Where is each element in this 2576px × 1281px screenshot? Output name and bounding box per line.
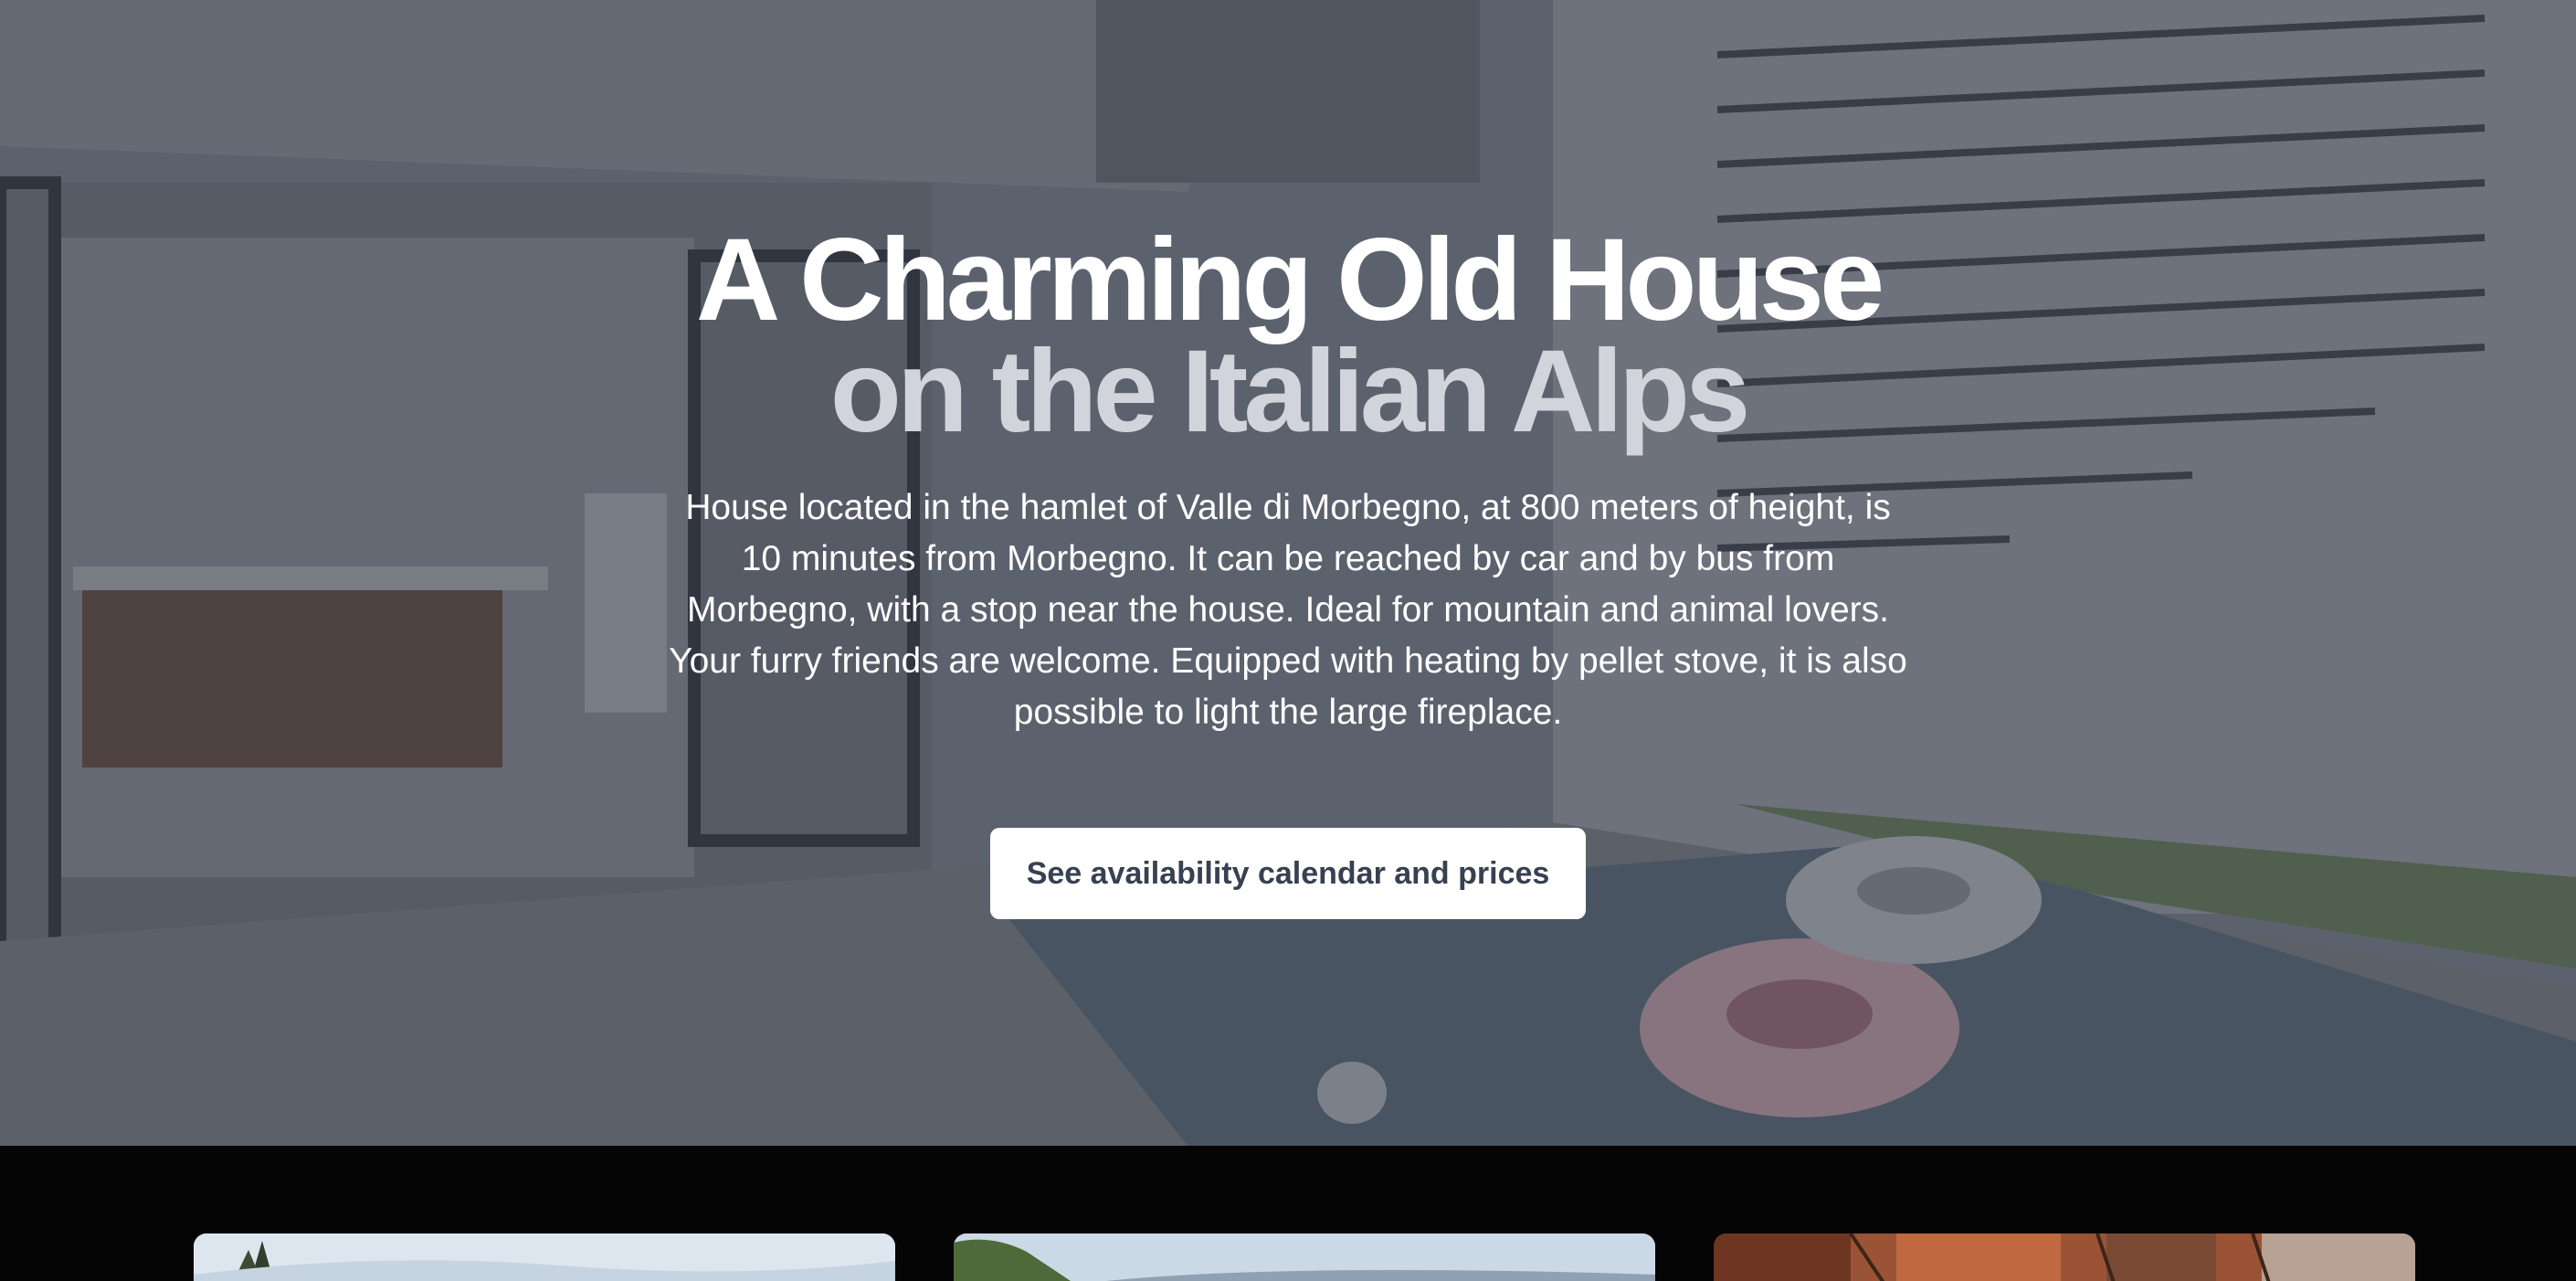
valley-hills-image bbox=[954, 1233, 1655, 1281]
gallery-card-3[interactable] bbox=[1714, 1233, 2415, 1281]
hero-title-line-2: on the Italian Alps bbox=[829, 326, 1751, 457]
gallery-section bbox=[0, 1146, 2576, 1281]
rustic-interior-image bbox=[1714, 1233, 2415, 1281]
hero-content: A Charming Old House on the Italian Alps… bbox=[0, 0, 2576, 1146]
hero-title: A Charming Old House on the Italian Alps bbox=[695, 215, 1884, 457]
hero-description: House located in the hamlet of Valle di … bbox=[669, 488, 1907, 732]
hero-section: A Charming Old House on the Italian Alps… bbox=[0, 0, 2576, 1146]
hero-title-line-1: A Charming Old House bbox=[695, 215, 1884, 345]
gallery-card-1[interactable] bbox=[194, 1233, 895, 1281]
mountain-sky-image bbox=[194, 1233, 895, 1281]
gallery-card-2[interactable] bbox=[954, 1233, 1655, 1281]
availability-prices-button[interactable]: See availability calendar and prices bbox=[990, 828, 1586, 919]
